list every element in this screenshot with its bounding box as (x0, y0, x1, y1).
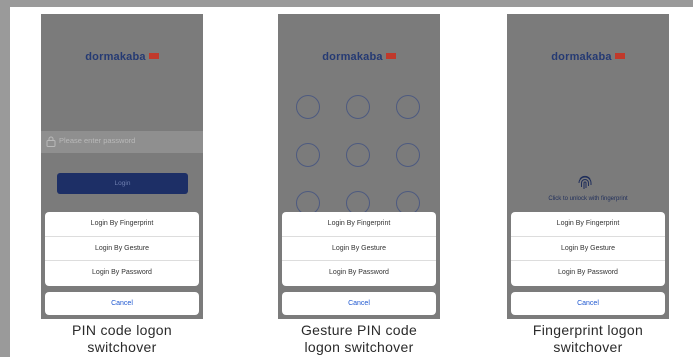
brand-name: dormakaba (322, 51, 383, 63)
brand-mark-icon (385, 53, 396, 60)
login-by-fingerprint-option[interactable]: Login By Fingerprint (282, 212, 436, 237)
pin-logon-screen: dormakaba Please enter password Login Lo… (41, 14, 203, 319)
gesture-dot[interactable] (396, 95, 420, 119)
cancel-button[interactable]: Cancel (511, 292, 665, 315)
login-button[interactable]: Login (57, 173, 188, 194)
login-by-gesture-option[interactable]: Login By Gesture (282, 237, 436, 262)
gesture-logon-screen: dormakaba Login By Fingerprint Login By … (278, 14, 440, 319)
brand-name: dormakaba (551, 51, 612, 63)
fingerprint-icon[interactable] (576, 173, 594, 191)
password-placeholder: Please enter password (59, 136, 136, 145)
gesture-dot[interactable] (346, 95, 370, 119)
brand-logo: dormakaba (41, 51, 203, 63)
login-method-sheet: Login By Fingerprint Login By Gesture Lo… (282, 212, 436, 286)
fingerprint-prompt: Click to unlock with fingerprint (548, 196, 628, 202)
login-by-password-option[interactable]: Login By Password (511, 261, 665, 286)
caption-gesture: Gesture PIN code logon switchover (259, 322, 459, 356)
password-field[interactable]: Please enter password (41, 131, 203, 153)
login-method-sheet: Login By Fingerprint Login By Gesture Lo… (511, 212, 665, 286)
caption-line: switchover (553, 339, 623, 355)
caption-line: Gesture PIN code (300, 322, 418, 338)
gesture-dot[interactable] (296, 95, 320, 119)
login-method-sheet: Login By Fingerprint Login By Gesture Lo… (45, 212, 199, 286)
brand-mark-icon (148, 53, 159, 60)
caption-fingerprint: Fingerprint logon switchover (488, 322, 688, 356)
cancel-button[interactable]: Cancel (45, 292, 199, 315)
login-by-gesture-option[interactable]: Login By Gesture (511, 237, 665, 262)
caption-line: Fingerprint logon (532, 322, 644, 338)
brand-logo: dormakaba (278, 51, 440, 63)
caption-line: logon switchover (304, 339, 414, 355)
brand-name: dormakaba (85, 51, 146, 63)
fingerprint-logon-screen: dormakaba Click to unlock with fingerpri… (507, 14, 669, 319)
login-by-gesture-option[interactable]: Login By Gesture (45, 237, 199, 262)
gesture-dot[interactable] (346, 143, 370, 167)
login-by-fingerprint-option[interactable]: Login By Fingerprint (511, 212, 665, 237)
login-by-password-option[interactable]: Login By Password (282, 261, 436, 286)
login-by-password-option[interactable]: Login By Password (45, 261, 199, 286)
brand-mark-icon (614, 53, 625, 60)
gesture-dot[interactable] (296, 143, 320, 167)
caption-line: switchover (87, 339, 157, 355)
caption-pin: PIN code logon switchover (22, 322, 222, 356)
caption-line: PIN code logon (72, 322, 172, 338)
login-by-fingerprint-option[interactable]: Login By Fingerprint (45, 212, 199, 237)
lock-icon (46, 136, 56, 147)
figure-sheet: dormakaba Please enter password Login Lo… (10, 7, 693, 357)
brand-logo: dormakaba (507, 51, 669, 63)
cancel-button[interactable]: Cancel (282, 292, 436, 315)
gesture-dot[interactable] (396, 143, 420, 167)
